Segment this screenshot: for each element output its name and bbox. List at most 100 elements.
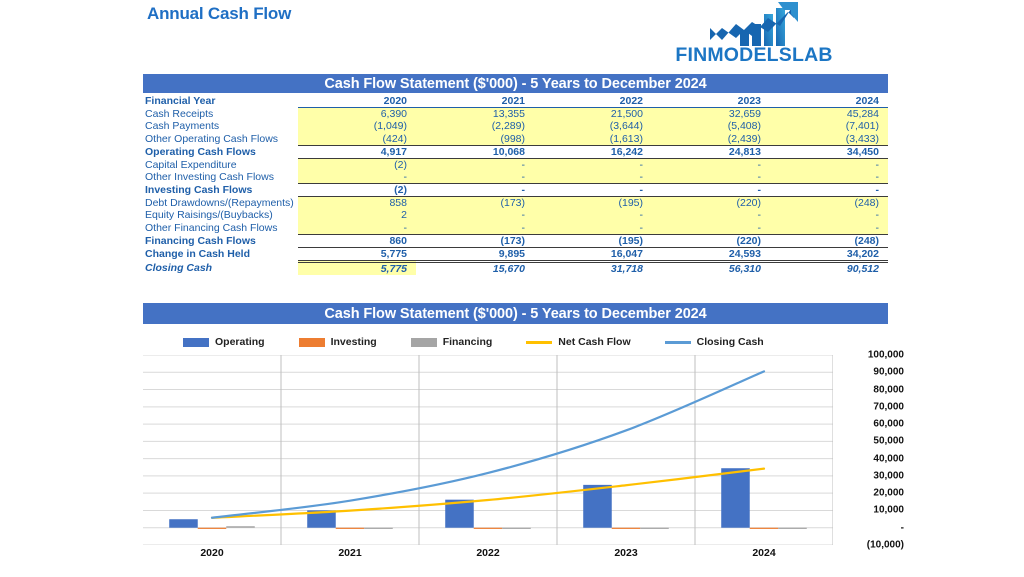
bar-financing[interactable] [364,527,393,529]
table-row: Equity Raisings/(Buybacks) 2- - - - [143,209,888,222]
y-axis-tick-label: 30,000 [873,470,904,482]
table-cell: - [534,221,652,235]
bar-financing[interactable] [226,526,255,528]
brand-logo: FINMODELSLAB [664,2,844,70]
bar-financing[interactable] [778,527,807,529]
bar-chart-arrow-up-icon [710,2,798,46]
table-cell: - [534,170,652,184]
legend-item[interactable]: Net Cash Flow [526,336,631,348]
chart-legend: Operating Investing Financing Net Cash Flow… [183,334,873,350]
table-cell: - [770,209,888,222]
table-header-row: Financial Year 2020 2021 2022 2023 2024 [143,95,888,109]
table-cell: (1,049) [298,120,416,133]
brand-name: FINMODELSLAB [675,44,833,66]
table-cell: (5,408) [652,120,770,133]
table-cell: (220) [652,196,770,210]
table-cell: 90,512 [770,261,888,275]
legend-swatch-bar-icon [298,337,325,347]
page-title: Annual Cash Flow [147,4,292,23]
table-cell: (248) [770,233,888,248]
column-header-year: 2023 [652,95,770,109]
bar-operating[interactable] [583,484,612,528]
chart-title-banner: Cash Flow Statement ($'000) - 5 Years to… [143,303,888,324]
bar-financing[interactable] [502,527,531,529]
legend-swatch-bar-icon [410,337,437,347]
row-label: Capital Expenditure [145,158,237,171]
table-row: Debt Drawdowns/(Repayments) 858 (173) (195)… [143,196,888,210]
y-axis-tick-label: 70,000 [873,401,904,413]
cash-flow-chart: Operating Investing Financing Net Cash Flow… [143,327,904,575]
row-label: Operating Cash Flows [143,145,298,159]
bar-operating[interactable] [169,519,198,528]
table-row: Other Financing Cash Flows - - - - - [143,221,888,235]
table-cell: - [770,221,888,235]
table-cell: (248) [770,196,888,210]
table-header-label: Financial Year [145,95,216,108]
table-cell: 858 [298,196,416,210]
cash-flow-table: Financial Year 2020 2021 2022 2023 2024 Cash R… [143,95,888,275]
table-cell: (173) [416,196,534,210]
y-axis-tick-label: 100,000 [867,349,904,361]
bar-investing[interactable] [749,527,779,529]
table-cell: - [534,209,652,222]
table-cell: (1,613) [534,132,652,146]
legend-item[interactable]: Closing Cash [664,336,764,348]
bar-investing[interactable] [197,527,227,529]
column-header-year: 2022 [534,95,652,109]
bar-operating[interactable] [721,468,750,528]
table-cell: (2,439) [652,132,770,146]
legend-item[interactable]: Financing [410,336,492,348]
legend-label: Closing Cash [696,336,764,348]
table-cell: 6,390 [298,107,416,121]
table-cell: (3,644) [534,120,652,133]
table-cell: - [534,158,652,171]
x-axis-tick-label: 2024 [752,547,776,559]
table-cell: (2) [298,183,416,198]
y-axis-tick-label: 50,000 [873,435,904,447]
table-cell: - [770,158,888,171]
table-cell: 10,068 [416,144,534,159]
table-row: Closing Cash 5,775 15,670 31,718 56,310 90,51… [143,261,888,275]
table-cell: 5,775 [298,246,416,263]
table-row: Capital Expenditure (2) - - - - [143,158,888,171]
line-closing-cash[interactable] [210,370,766,519]
table-cell: - [416,158,534,171]
table-cell: 34,450 [770,144,888,159]
table-cell: 9,895 [416,246,534,263]
row-label: Equity Raisings/(Buybacks) [145,209,273,222]
table-cell: 45,284 [770,107,888,121]
legend-swatch-line-icon [526,340,553,344]
legend-item[interactable]: Operating [183,336,265,348]
table-cell: 32,659 [652,107,770,121]
row-label: Other Financing Cash Flows [145,222,278,235]
legend-item[interactable]: Investing [298,336,377,348]
legend-label: Net Cash Flow [558,336,631,348]
bar-investing[interactable] [611,527,641,529]
row-label: Other Investing Cash Flows [145,171,274,184]
table-cell: - [534,183,652,198]
bar-financing[interactable] [640,527,669,529]
table-row: Financing Cash Flows 860 (173) (195) (220) (2… [143,233,888,248]
table-title-banner: Cash Flow Statement ($'000) - 5 Years to… [143,74,888,93]
table-cell: 31,718 [534,261,652,275]
table-cell: - [652,183,770,198]
x-axis-tick-label: 2023 [614,547,638,559]
table-cell: - [416,221,534,235]
table-row: Cash Receipts 6,390 13,355 21,500 32,659 45,2… [143,107,888,121]
table-cell: 860 [298,233,416,248]
row-label: Closing Cash [145,262,213,275]
table-cell: 24,593 [652,246,770,263]
chart-plot-area [143,355,833,545]
table-cell: 2 [298,209,416,222]
table-cell: - [652,209,770,222]
y-axis-tick-label: 90,000 [873,366,904,378]
bar-investing[interactable] [473,527,503,529]
table-cell: (195) [534,196,652,210]
x-axis-labels: 2020 2021 2022 2023 2024 [143,547,833,565]
bar-investing[interactable] [335,527,365,529]
table-cell: 34,202 [770,246,888,263]
row-label: Change in Cash Held [143,247,298,262]
y-axis-tick-label: - [900,522,904,534]
table-cell: - [652,221,770,235]
table-cell: (2) [298,158,416,171]
